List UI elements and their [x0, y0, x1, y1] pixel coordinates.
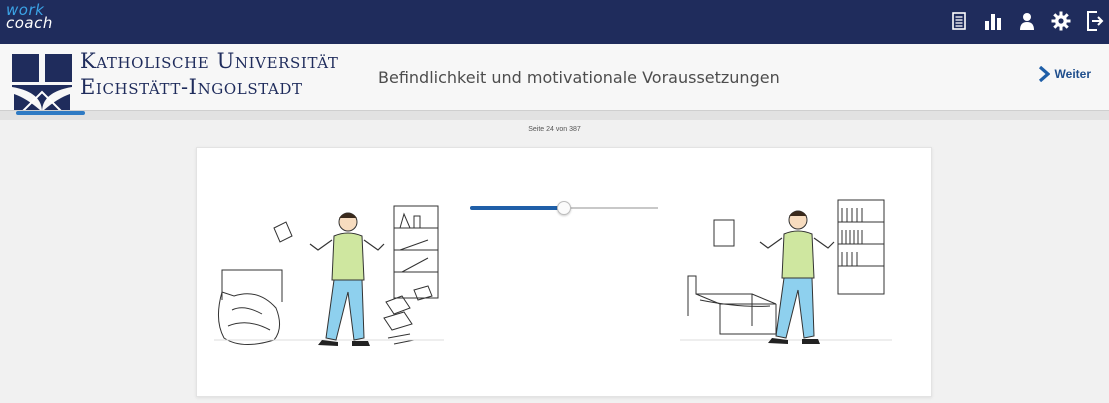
workcoach-logo: work coach [6, 3, 53, 32]
university-logo [12, 54, 72, 113]
progress-bar [0, 110, 1109, 120]
user-icon[interactable] [1017, 9, 1037, 33]
next-button[interactable]: Weiter [1038, 66, 1091, 82]
chevron-right-icon [1038, 66, 1050, 82]
progress-bar-fill [16, 111, 85, 115]
university-name-line2: Eichstätt-Ingolstadt [80, 75, 303, 99]
slider-fill [470, 206, 564, 210]
gear-icon[interactable] [1051, 9, 1071, 33]
top-toolbar [949, 6, 1109, 36]
university-name-line1: Katholische Universität [80, 49, 339, 73]
tidy-room-illustration [680, 199, 892, 344]
brand-line2: coach [6, 14, 53, 32]
logout-icon[interactable] [1085, 9, 1105, 33]
document-icon[interactable] [949, 9, 969, 33]
university-name: Katholische Universität Eichstätt-Ingols… [80, 48, 338, 100]
slider-thumb[interactable] [557, 201, 571, 215]
mood-slider[interactable] [470, 200, 658, 216]
messy-room-illustration [214, 205, 444, 346]
chart-icon[interactable] [983, 9, 1003, 33]
top-bar: work coach [0, 0, 1109, 44]
next-button-label: Weiter [1054, 67, 1091, 81]
page-title: Befindlichkeit und motivationale Vorauss… [378, 68, 780, 87]
header: Katholische Universität Eichstätt-Ingols… [0, 44, 1109, 113]
page-counter: Seite 24 von 387 [528, 126, 581, 133]
